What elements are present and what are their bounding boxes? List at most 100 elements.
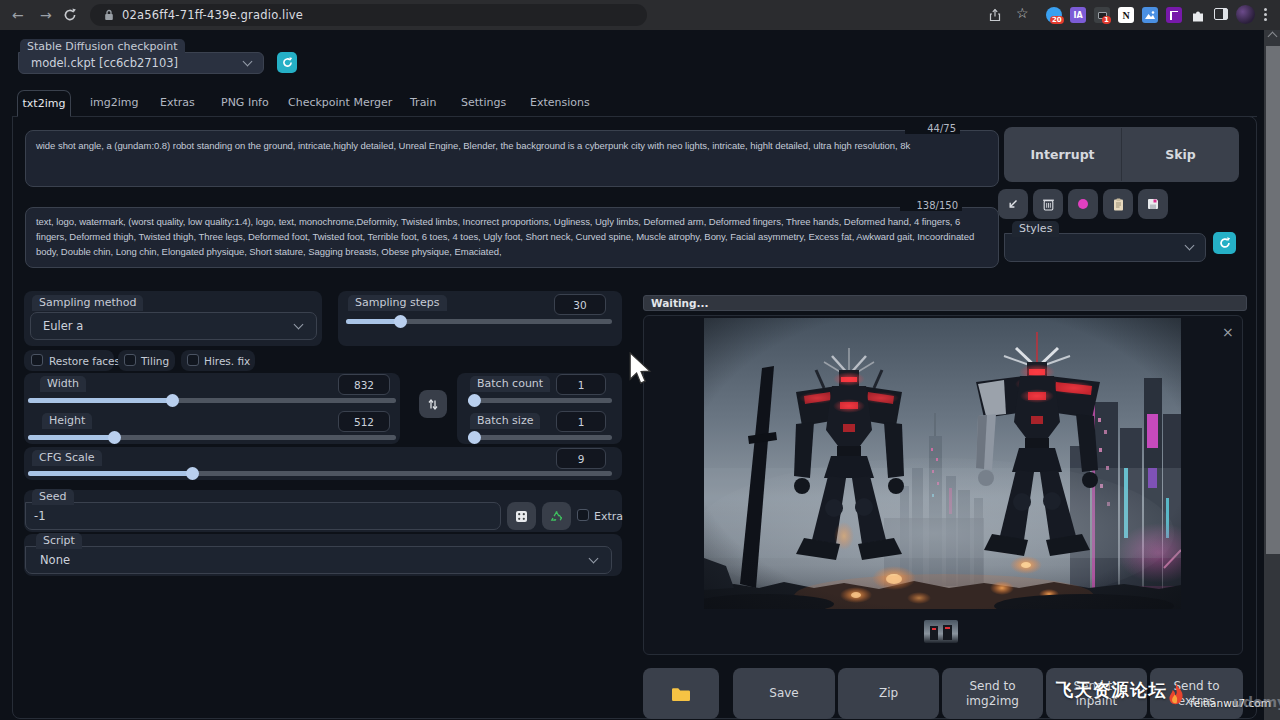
ext-notion-icon[interactable]: N: [1118, 7, 1134, 23]
url-text: 02a56ff4-71ff-439e.gradio.live: [122, 8, 303, 22]
tab-checkpoint-merger[interactable]: Checkpoint Merger: [288, 96, 392, 109]
interrupt-skip-group: Interrupt Skip: [1004, 127, 1239, 182]
sampling-method-dropdown[interactable]: Euler a: [30, 312, 317, 340]
seed-value: -1: [34, 509, 45, 523]
reuse-seed-button[interactable]: [542, 502, 571, 530]
trash-icon: [1042, 197, 1055, 211]
extra-seed-checkbox[interactable]: [577, 509, 589, 521]
dice-icon: [515, 510, 528, 523]
seed-label: Seed: [32, 489, 74, 505]
zip-button[interactable]: Zip: [838, 668, 939, 719]
save-button[interactable]: Save: [733, 668, 835, 719]
checkpoint-value: model.ckpt [cc6cb27103]: [31, 56, 178, 70]
generated-image[interactable]: [704, 318, 1181, 609]
save-style-button[interactable]: [1138, 189, 1168, 219]
tab-train[interactable]: Train: [410, 96, 436, 109]
ext-puzzle-icon[interactable]: [1190, 7, 1206, 23]
lock-icon: [104, 9, 114, 21]
sampling-steps-slider-thumb[interactable]: [394, 315, 407, 328]
open-folder-button[interactable]: [643, 668, 719, 719]
seed-input[interactable]: -1: [25, 502, 501, 530]
batch-count-value[interactable]: 1: [556, 374, 606, 395]
progress-status-text: Waiting...: [651, 297, 708, 309]
clear-prompt-button[interactable]: [1033, 189, 1063, 219]
screen: ← → 02a56ff4-71ff-439e.gradio.live ☆ 20 …: [0, 0, 1280, 720]
batch-size-value[interactable]: 1: [556, 411, 606, 432]
sampling-steps-value[interactable]: 30: [554, 294, 606, 315]
gallery-thumbnail[interactable]: [924, 620, 958, 643]
address-bar[interactable]: 02a56ff4-71ff-439e.gradio.live: [90, 4, 647, 26]
sampling-steps-label: Sampling steps: [348, 295, 447, 311]
batch-count-slider-thumb[interactable]: [468, 394, 481, 407]
restore-faces-checkbox[interactable]: [31, 354, 43, 366]
styles-label: Styles: [1012, 221, 1059, 237]
profile-avatar[interactable]: [1236, 5, 1255, 24]
batch-size-slider-thumb[interactable]: [468, 431, 481, 444]
ext-pin-badge: 20: [1050, 16, 1064, 24]
tab-png-info[interactable]: PNG Info: [221, 96, 269, 109]
send-to-img2img-button[interactable]: Send to img2img: [942, 668, 1043, 719]
width-label: Width: [40, 376, 86, 392]
apply-style-button[interactable]: [1103, 189, 1133, 219]
forward-icon[interactable]: →: [40, 7, 52, 23]
close-gallery-icon[interactable]: ×: [1222, 324, 1234, 340]
floppy-icon: [1147, 198, 1159, 210]
ext-onenote-icon[interactable]: [1166, 7, 1182, 23]
back-icon[interactable]: ←: [12, 7, 24, 23]
scrollbar-thumb[interactable]: [1266, 46, 1280, 554]
checkpoint-dropdown[interactable]: model.ckpt [cc6cb27103]: [18, 52, 264, 74]
extra-networks-button[interactable]: [1068, 189, 1098, 219]
refresh-icon: [1219, 237, 1231, 249]
script-value: None: [40, 553, 70, 567]
restore-faces-label: Restore faces: [49, 355, 120, 367]
sampling-method-label: Sampling method: [32, 295, 143, 311]
script-dropdown[interactable]: None: [25, 546, 612, 574]
sidebar-toggle-icon[interactable]: [1214, 8, 1228, 20]
paste-params-button[interactable]: [998, 189, 1028, 219]
styles-dropdown[interactable]: [1004, 233, 1206, 262]
swap-dimensions-button[interactable]: [419, 390, 447, 418]
width-value[interactable]: 832: [338, 374, 390, 395]
height-slider-thumb[interactable]: [108, 431, 121, 444]
negative-prompt-input[interactable]: text, logo, watermark, (worst quality, l…: [25, 207, 999, 268]
reload-icon[interactable]: [63, 8, 77, 22]
share-icon[interactable]: [988, 8, 1002, 22]
tab-img2img[interactable]: img2img: [90, 96, 139, 109]
hires-fix-checkbox[interactable]: [187, 354, 199, 366]
styles-refresh-button[interactable]: [1213, 232, 1236, 254]
checkpoint-label: Stable Diffusion checkpoint: [20, 39, 185, 55]
menu-dots-icon[interactable]: [1264, 8, 1267, 21]
progress-bar: Waiting...: [643, 295, 1247, 311]
tab-settings[interactable]: Settings: [461, 96, 506, 109]
swap-arrows-icon: [427, 398, 439, 411]
negative-prompt-counter: 138/150: [900, 200, 962, 211]
width-slider-thumb[interactable]: [166, 394, 179, 407]
tab-extras[interactable]: Extras: [160, 96, 195, 109]
ext-photos-icon[interactable]: [1142, 7, 1158, 23]
ext-ia-icon[interactable]: IA: [1070, 7, 1086, 23]
cfg-value[interactable]: 9: [556, 448, 606, 469]
recycle-icon: [550, 510, 563, 523]
sampling-method-value: Euler a: [43, 319, 83, 333]
arrow-down-left-icon: [1007, 198, 1019, 210]
script-label: Script: [36, 533, 82, 549]
tiling-checkbox[interactable]: [124, 354, 136, 366]
checkpoint-refresh-button[interactable]: [277, 52, 297, 73]
watermark-brand-text: udemy: [1233, 694, 1280, 710]
height-value[interactable]: 512: [338, 411, 390, 432]
tab-extensions[interactable]: Extensions: [530, 96, 590, 109]
cfg-slider-thumb[interactable]: [186, 467, 199, 480]
interrupt-button[interactable]: Interrupt: [1004, 147, 1121, 163]
batch-size-slider[interactable]: [468, 435, 612, 440]
tab-txt2img[interactable]: txt2img: [17, 90, 71, 117]
skip-button[interactable]: Skip: [1122, 147, 1239, 163]
bookmark-star-icon[interactable]: ☆: [1016, 5, 1029, 21]
mouse-cursor: [628, 352, 652, 386]
hires-fix-label: Hires. fix: [204, 355, 250, 367]
prompt-input[interactable]: wide shot angle, a (gundam:0.8) robot st…: [25, 130, 999, 187]
ext-screenshot-badge: 1: [1102, 16, 1111, 24]
cfg-label: CFG Scale: [32, 450, 102, 466]
random-seed-button[interactable]: [507, 502, 536, 530]
batch-count-slider[interactable]: [468, 398, 612, 403]
batch-size-label: Batch size: [470, 413, 540, 429]
